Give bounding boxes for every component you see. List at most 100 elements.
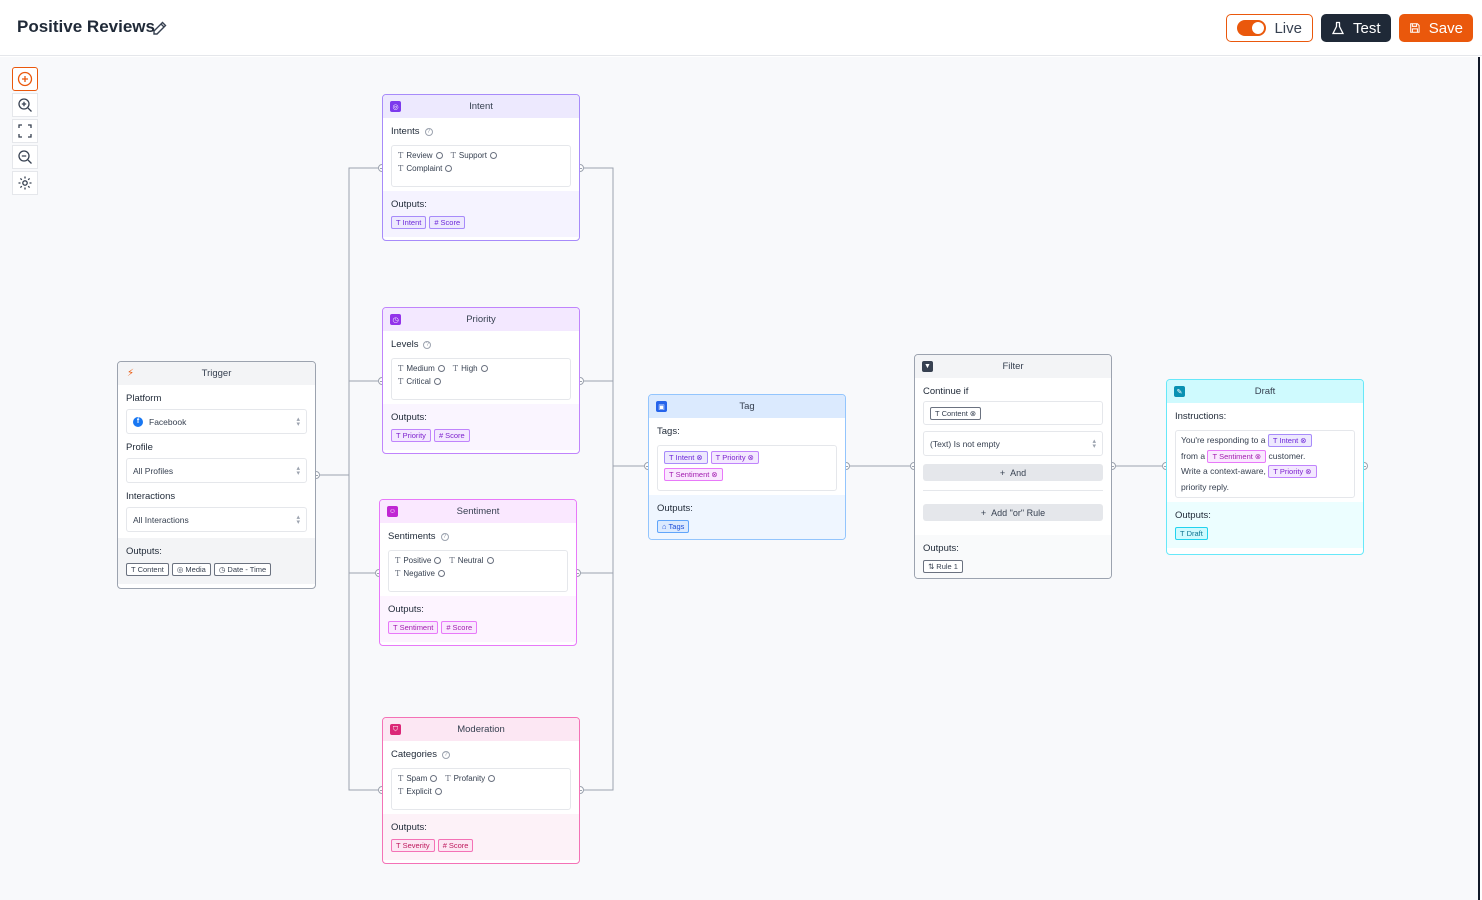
test-button[interactable]: Test [1321,14,1391,42]
priority-node-header[interactable]: ◷ Priority [383,308,579,331]
content-var-chip[interactable]: T Content ⊗ [930,406,982,420]
sentiments-chip-field[interactable]: T Positive T Neutral T Negative [388,550,568,592]
condition-field[interactable]: T Content ⊗ [923,401,1103,425]
tag-var-chip[interactable]: T Priority ⊗ [710,451,759,464]
output-tag[interactable]: # Score [429,216,466,229]
chip[interactable]: T Negative [395,569,445,578]
interactions-select[interactable]: All Interactions ▴ ▾ [126,507,307,532]
instructions-editor[interactable]: You're responding to a T Intent ⊗ from a… [1175,430,1355,498]
output-tag[interactable]: ⌂ Tags [657,520,690,533]
trigger-node-header[interactable]: ⚡ Trigger [118,362,315,385]
sentiment-node-header[interactable]: ☺ Sentiment [380,500,576,523]
output-tag[interactable]: T Draft [1175,527,1208,540]
output-tag[interactable]: T Content [126,563,169,576]
add-node-button[interactable] [12,67,38,91]
chip[interactable]: T Spam [398,774,438,783]
chip[interactable]: T Explicit [398,787,442,796]
tags-chip-field[interactable]: T Intent ⊗ T Priority ⊗ T Sentiment ⊗ [657,445,837,491]
workflow-title[interactable]: Positive Reviews [17,17,155,37]
output-tag[interactable]: ◷ Date - Time [213,563,272,576]
chip[interactable]: T Complaint [398,164,453,173]
zoom-in-button[interactable] [12,93,38,117]
remove-icon[interactable] [434,788,442,795]
settings-button[interactable] [12,171,38,195]
help-icon[interactable]: ? [424,127,433,136]
priority-node[interactable]: ◷ Priority Levels? T Medium T High T Critic… [382,307,580,454]
remove-icon[interactable] [437,365,445,372]
pencil-icon[interactable] [152,20,168,36]
chip[interactable]: T Positive [395,556,442,565]
output-tag[interactable]: T Intent [391,216,427,229]
platform-select[interactable]: f Facebook ▴ ▾ [126,409,307,434]
output-tag[interactable]: T Severity [391,839,435,852]
remove-icon[interactable] [435,152,443,159]
draft-node[interactable]: ✎ Draft Instructions: You're responding … [1166,379,1364,555]
remove-icon[interactable] [488,775,496,782]
intent-var-chip[interactable]: T Intent ⊗ [1267,434,1312,447]
remove-icon[interactable] [430,775,438,782]
live-toggle-button[interactable]: Live [1226,14,1313,42]
chip[interactable]: T Review [398,151,443,160]
chip[interactable]: T Medium [398,364,445,373]
tag-node-header[interactable]: ▣ Tag [649,395,845,418]
remove-icon[interactable] [489,152,497,159]
tag-title: Tag [739,401,755,412]
platform-label: Platform [126,393,162,404]
chip[interactable]: T Neutral [449,556,494,565]
sentiment-var-chip[interactable]: T Sentiment ⊗ [1207,449,1267,463]
output-tag[interactable]: # Score [433,429,470,442]
remove-icon[interactable] [480,365,488,372]
output-tag[interactable]: T Priority [391,429,431,442]
intents-chip-field[interactable]: T Review T Support T Complaint [391,145,571,187]
interactions-value: All Interactions [133,514,189,525]
help-icon[interactable]: ? [440,532,449,541]
condition-operator-value: (Text) Is not empty [930,438,1000,449]
test-label: Test [1353,19,1381,37]
tag-var-chip[interactable]: T Intent ⊗ [664,451,708,464]
chip[interactable]: T High [453,364,488,373]
intent-node-header[interactable]: ◎ Intent [383,95,579,118]
filter-node-header[interactable]: ▼ Filter [915,355,1111,378]
and-button[interactable]: + And [923,464,1103,481]
chip[interactable]: T Critical [398,377,441,386]
output-tag[interactable]: T Sentiment [388,621,439,634]
levels-chip-field[interactable]: T Medium T High T Critical [391,358,571,400]
output-tag[interactable]: # Score [437,839,474,852]
help-icon[interactable]: ? [441,750,450,759]
trigger-node[interactable]: ⚡ Trigger Platform f Facebook ▴ ▾ Profile… [117,361,316,589]
instructions-label: Instructions: [1175,411,1227,422]
condition-operator-select[interactable]: (Text) Is not empty ▴ ▾ [923,431,1103,456]
remove-icon[interactable] [445,165,453,172]
sentiment-node[interactable]: ☺ Sentiment Sentiments? T Positive T Neutr… [379,499,577,646]
filter-node[interactable]: ▼ Filter Continue if T Content ⊗ (Text) … [914,354,1112,579]
add-or-rule-button[interactable]: + Add "or" Rule [923,504,1103,521]
output-tag[interactable]: # Score [441,621,478,634]
tag-var-chip[interactable]: T Sentiment ⊗ [664,468,723,481]
outputs-label: Outputs: [1175,510,1211,521]
intent-title: Intent [469,101,493,112]
remove-icon[interactable] [434,557,442,564]
shield-icon: ⛉ [390,724,401,735]
plus-icon: + [999,467,1006,478]
intent-node[interactable]: ◎ Intent Intents? T Review T Support T Comp… [382,94,580,241]
output-tag[interactable]: ◎ Media [171,563,211,576]
chip[interactable]: T Profanity [445,774,496,783]
sentiments-label: Sentiments [388,531,436,542]
priority-var-chip[interactable]: T Priority ⊗ [1268,465,1317,478]
moderation-node[interactable]: ⛉ Moderation Categories? T Spam T Profanit… [382,717,580,864]
output-tag[interactable]: ⇅ Rule 1 [923,560,963,573]
remove-icon[interactable] [486,557,494,564]
help-icon[interactable]: ? [423,340,432,349]
zoom-out-button[interactable] [12,145,38,169]
live-toggle-switch[interactable] [1237,20,1267,36]
tag-node[interactable]: ▣ Tag Tags: T Intent ⊗ T Priority ⊗ T Se… [648,394,846,540]
fit-view-button[interactable] [12,119,38,143]
categories-chip-field[interactable]: T Spam T Profanity T Explicit [391,768,571,810]
moderation-node-header[interactable]: ⛉ Moderation [383,718,579,741]
save-button[interactable]: Save [1399,14,1473,42]
draft-node-header[interactable]: ✎ Draft [1167,380,1363,403]
chip[interactable]: T Support [451,151,497,160]
profile-select[interactable]: All Profiles ▴ ▾ [126,458,307,483]
remove-icon[interactable] [437,570,445,577]
remove-icon[interactable] [433,378,441,385]
